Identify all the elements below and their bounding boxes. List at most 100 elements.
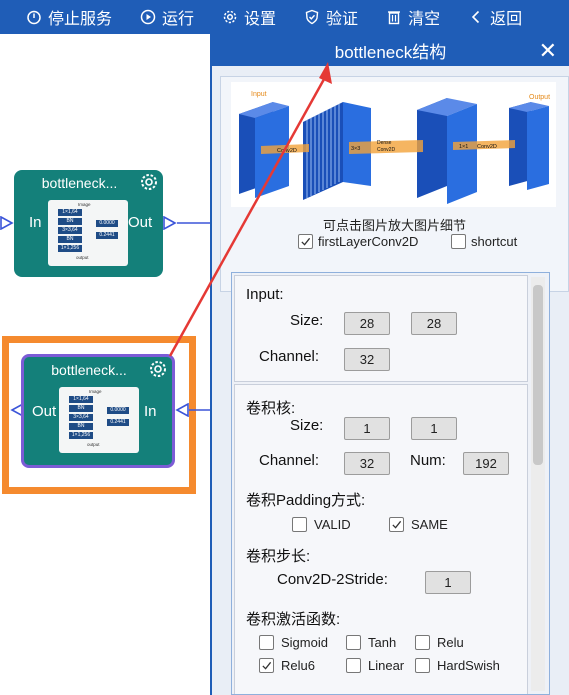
activation-linear-check-box[interactable] xyxy=(346,658,361,673)
mini-layer: BN xyxy=(58,236,82,243)
activation-sigmoid-option[interactable]: Sigmoid xyxy=(259,635,328,650)
mini-output-label: output xyxy=(76,255,89,260)
kernel-heading: 卷积核: xyxy=(246,400,296,417)
node2-in-label: In xyxy=(144,403,157,420)
node2-gear-icon[interactable] xyxy=(148,359,168,379)
connection-line xyxy=(177,222,212,224)
activation-linear-label: Linear xyxy=(368,658,405,673)
clear-button[interactable]: 清空 xyxy=(372,0,454,34)
stop-service-button[interactable]: 停止服务 xyxy=(0,0,126,34)
kernel-section: 卷积核: Size: 1 1 Channel: 32 Num: 192 卷积Pa… xyxy=(234,384,528,694)
checkmark-icon xyxy=(392,520,402,529)
node1-in-label: In xyxy=(29,214,42,231)
kernel-channel-field[interactable]: 32 xyxy=(344,452,390,475)
diagram-dw-label-1: Dense xyxy=(377,140,392,146)
mini-layer: 1×1,256 xyxy=(69,432,93,439)
activation-relu-label: Relu xyxy=(437,635,464,650)
diagram-dw-label-2: Conv2D xyxy=(377,147,395,153)
stride-heading: 卷积步长: xyxy=(246,548,311,565)
activation-sigmoid-label: Sigmoid xyxy=(281,635,328,650)
padding-heading: 卷积Padding方式: xyxy=(246,492,366,509)
activation-tanh-label: Tanh xyxy=(368,635,397,650)
connection-line xyxy=(189,409,212,411)
first-layer-checkbox[interactable]: firstLayerConv2D xyxy=(298,234,418,249)
run-button[interactable]: 运行 xyxy=(126,0,208,34)
trash-icon xyxy=(388,11,401,25)
activation-relu-option[interactable]: Relu xyxy=(415,635,464,650)
mini-image-label: Image xyxy=(78,202,91,207)
stride-field[interactable]: 1 xyxy=(425,571,471,594)
dialog-title: bottleneck结构 xyxy=(334,42,447,62)
checkmark-icon xyxy=(262,661,272,670)
bottleneck-dialog: bottleneck结构 ✕ Input Output Conv2D 3×3 D… xyxy=(210,34,569,695)
activation-sigmoid-check-box[interactable] xyxy=(259,635,274,650)
padding-same-check-box[interactable] xyxy=(389,517,404,532)
mini-layer: BN xyxy=(69,423,93,430)
shield-icon xyxy=(305,9,319,25)
diagram-kernel-label: 3×3 xyxy=(351,146,360,152)
scrollbar-thumb[interactable] xyxy=(533,285,543,465)
input-size-width-field[interactable]: 28 xyxy=(344,312,390,335)
kernel-size-height-field[interactable]: 1 xyxy=(411,417,457,440)
bottleneck-node-1[interactable]: bottleneck... In Out Image 1×1,64 BN 3×3… xyxy=(14,170,163,277)
kernel-channel-label: Channel: xyxy=(259,452,320,469)
bottleneck-diagram-image[interactable]: Input Output Conv2D 3×3 Dense Conv2D 1×1… xyxy=(231,82,556,207)
mini-layer: 1×1,256 xyxy=(58,245,82,252)
node2-in-port-icon[interactable] xyxy=(175,403,189,417)
activation-linear-option[interactable]: Linear xyxy=(346,658,404,673)
activation-relu6-label: Relu6 xyxy=(281,658,315,673)
input-channel-label: Channel: xyxy=(259,348,320,365)
padding-same-option[interactable]: SAME xyxy=(389,517,448,532)
node1-gear-icon[interactable] xyxy=(139,172,159,192)
shortcut-check-box[interactable] xyxy=(451,234,466,249)
node1-thumbnail: Image 1×1,64 BN 3×3,64 BN 1×1,256 0.0000… xyxy=(48,200,128,266)
shortcut-label: shortcut xyxy=(471,234,518,249)
activation-relu6-check-box[interactable] xyxy=(259,658,274,673)
activation-relu6-option[interactable]: Relu6 xyxy=(259,658,315,673)
padding-valid-check-box[interactable] xyxy=(292,517,307,532)
play-icon xyxy=(140,9,156,25)
padding-valid-option[interactable]: VALID xyxy=(292,517,351,532)
node1-in-port-icon[interactable] xyxy=(0,216,14,230)
node1-out-port-icon[interactable] xyxy=(163,216,177,230)
input-size-label: Size: xyxy=(290,312,324,329)
settings-button[interactable]: 设置 xyxy=(208,0,290,34)
mini-layer: BN xyxy=(58,218,82,225)
bottleneck-node-2[interactable]: bottleneck... Out In Image 1×1,64 BN 3×3… xyxy=(21,354,175,468)
mini-image-label: Image xyxy=(89,389,102,394)
shortcut-checkbox[interactable]: shortcut xyxy=(451,234,517,249)
activation-heading: 卷积激活函数: xyxy=(246,611,341,628)
activation-tanh-check-box[interactable] xyxy=(346,635,361,650)
kernel-num-label: Num: xyxy=(410,452,446,469)
power-icon xyxy=(27,10,41,25)
diagram-kernel-label-2: 1×1 xyxy=(459,144,468,150)
mini-output-label: output xyxy=(87,442,100,447)
mini-layer: 1×1,64 xyxy=(58,209,82,216)
parameters-panel: Input: Size: 28 28 Channel: 32 卷积核: Size… xyxy=(231,272,550,695)
activation-tanh-option[interactable]: Tanh xyxy=(346,635,396,650)
activation-hardswish-check-box[interactable] xyxy=(415,658,430,673)
mini-layer: 3×3,64 xyxy=(69,414,93,421)
input-channel-field[interactable]: 32 xyxy=(344,348,390,371)
kernel-size-width-field[interactable]: 1 xyxy=(344,417,390,440)
padding-valid-label: VALID xyxy=(314,517,351,532)
node2-thumbnail: Image 1×1,64 BN 3×3,64 BN 1×1,256 0.0000… xyxy=(59,387,139,453)
close-icon[interactable]: ✕ xyxy=(539,38,557,64)
dialog-header: bottleneck结构 ✕ xyxy=(212,34,569,66)
mini-value: 0.2441 xyxy=(107,419,129,426)
mini-value: 0.0000 xyxy=(96,220,118,227)
workflow-canvas[interactable]: bottleneck... In Out Image 1×1,64 BN 3×3… xyxy=(0,34,212,695)
first-layer-check-box[interactable] xyxy=(298,234,313,249)
input-section: Input: Size: 28 28 Channel: 32 xyxy=(234,275,528,382)
verify-button[interactable]: 验证 xyxy=(290,0,372,34)
back-button[interactable]: 返回 xyxy=(454,0,536,34)
mini-layer: 1×1,64 xyxy=(69,396,93,403)
input-size-height-field[interactable]: 28 xyxy=(411,312,457,335)
settings-label: 设置 xyxy=(244,11,277,28)
activation-hardswish-option[interactable]: HardSwish xyxy=(415,658,500,673)
node2-title: bottleneck... xyxy=(51,362,127,378)
diagram-conv-label-2: Conv2D xyxy=(477,144,497,150)
node2-out-label: Out xyxy=(32,403,57,420)
activation-relu-check-box[interactable] xyxy=(415,635,430,650)
kernel-num-field[interactable]: 192 xyxy=(463,452,509,475)
